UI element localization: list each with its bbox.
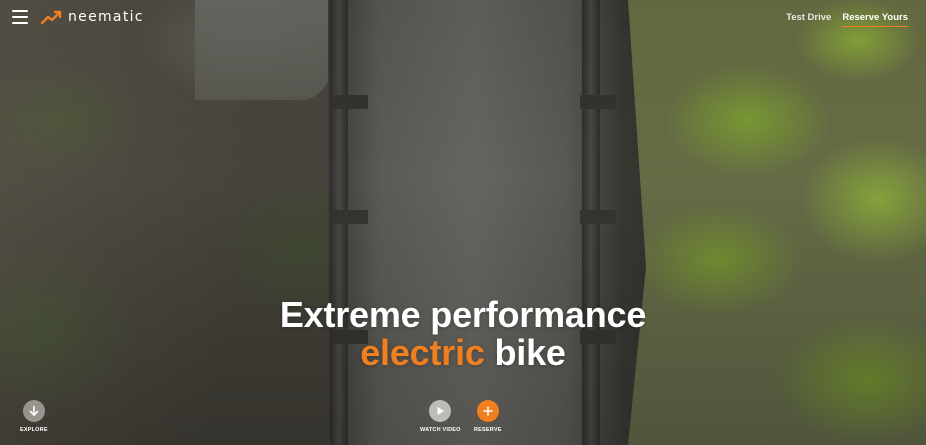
brand-name: neematic xyxy=(68,9,144,25)
explore-button[interactable]: EXPLORE xyxy=(20,400,48,433)
watch-video-button[interactable]: WATCH VIDEO xyxy=(420,400,461,433)
hero-background xyxy=(0,0,926,445)
nav-test-drive[interactable]: Test Drive xyxy=(786,12,831,27)
headline-line-2: electric bike xyxy=(0,334,926,372)
explore-label: EXPLORE xyxy=(20,427,48,433)
top-nav: Test Drive Reserve Yours xyxy=(786,12,908,27)
watch-video-label: WATCH VIDEO xyxy=(420,427,461,433)
headline-accent: electric xyxy=(360,332,485,373)
watch-video-circle xyxy=(429,400,452,422)
headline-line-1: Extreme performance xyxy=(279,294,647,335)
explore-circle xyxy=(22,400,45,422)
menu-line xyxy=(12,22,28,24)
hero-headline: Extreme performance electric bike xyxy=(0,296,926,372)
hamburger-menu-icon[interactable] xyxy=(12,10,28,24)
menu-line xyxy=(12,16,28,18)
nav-reserve-yours[interactable]: Reserve Yours xyxy=(842,12,908,27)
play-icon xyxy=(437,407,445,415)
hero-overlay xyxy=(0,0,926,445)
menu-line xyxy=(12,10,28,12)
reserve-circle xyxy=(476,400,499,422)
plus-icon xyxy=(483,406,493,416)
chart-zigzag-logo-icon xyxy=(40,10,62,25)
headline-rest: bike xyxy=(484,332,566,373)
reserve-button[interactable]: RESERVE xyxy=(474,400,502,433)
reserve-label: RESERVE xyxy=(474,427,502,433)
arrow-down-icon xyxy=(29,405,39,416)
brand-logo[interactable]: neematic xyxy=(40,8,144,26)
